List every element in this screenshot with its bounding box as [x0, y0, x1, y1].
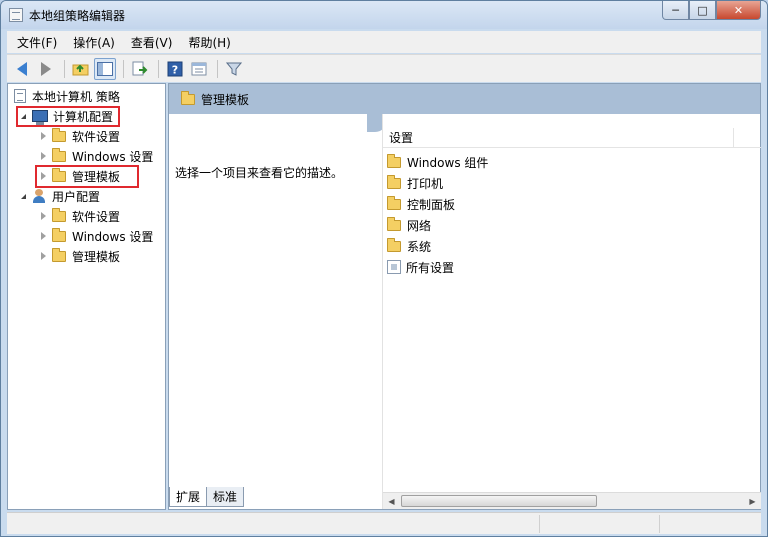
horizontal-scrollbar[interactable]: ◀ ▶: [383, 492, 761, 509]
menu-help[interactable]: 帮助(H): [182, 34, 236, 51]
tree-item-user-windows[interactable]: Windows 设置: [38, 226, 153, 246]
svg-text:?: ?: [172, 63, 178, 76]
folder-icon: [52, 227, 66, 242]
list-item-label: 控制面板: [407, 197, 456, 212]
details-header-title: 管理模板: [201, 92, 250, 107]
tree-item-label: Windows 设置: [72, 229, 154, 244]
folder-icon: [387, 216, 401, 231]
forward-icon[interactable]: [35, 58, 57, 80]
menu-view[interactable]: 查看(V): [125, 34, 179, 51]
all-settings-icon: [387, 260, 401, 274]
up-folder-icon[interactable]: [70, 58, 92, 80]
toolbar-separator: [217, 59, 218, 78]
back-icon[interactable]: [11, 58, 33, 80]
tree-item-user-admin-templates[interactable]: 管理模板: [38, 246, 120, 266]
gpedit-window: 本地组策略编辑器 ─ □ ✕ 文件(F) 操作(A) 查看(V) 帮助(H) ?: [0, 0, 768, 537]
minimize-button[interactable]: ─: [662, 1, 689, 20]
column-header-extra[interactable]: [733, 128, 761, 148]
tree-item-label: 软件设置: [72, 129, 121, 144]
folder-icon: [181, 90, 195, 105]
menu-file[interactable]: 文件(F): [11, 34, 63, 51]
description-text: 选择一个项目来查看它的描述。: [175, 166, 344, 180]
tree-item-label: Windows 设置: [72, 149, 154, 164]
details-pane: 管理模板 选择一个项目来查看它的描述。 设置 Windows 组件 打印机 控制…: [168, 83, 761, 510]
highlight-box-admin-templates: [35, 165, 139, 188]
tree-item-user-config[interactable]: 用户配置: [18, 186, 100, 206]
folder-icon: [52, 127, 66, 142]
scrollbar-thumb[interactable]: [401, 495, 597, 507]
window-controls: ─ □ ✕: [662, 1, 761, 20]
maximize-button[interactable]: □: [689, 1, 716, 20]
folder-icon: [52, 247, 66, 262]
close-button[interactable]: ✕: [716, 1, 761, 20]
description-area: 选择一个项目来查看它的描述。: [169, 114, 382, 509]
tab-extended[interactable]: 扩展: [169, 487, 208, 507]
expand-toggle-icon[interactable]: [38, 251, 48, 261]
folder-icon: [387, 237, 401, 252]
tree-pane[interactable]: 本地计算机 策略 计算机配置 软件设置 Windows 设置 管理模板 用户配置: [7, 83, 166, 510]
filter-icon[interactable]: [223, 58, 245, 80]
toolbar-separator: [158, 59, 159, 78]
expand-toggle-icon[interactable]: [38, 231, 48, 241]
menu-action[interactable]: 操作(A): [67, 34, 121, 51]
toolbar-separator: [123, 59, 124, 78]
list-item-windows-components[interactable]: Windows 组件: [387, 152, 488, 172]
tree-root-label: 本地计算机 策略: [32, 89, 120, 104]
app-icon: [9, 8, 23, 22]
list-item-label: 打印机: [407, 176, 444, 191]
folder-icon: [387, 174, 401, 189]
show-hide-tree-icon[interactable]: [94, 57, 116, 80]
folder-icon: [52, 207, 66, 222]
tab-standard[interactable]: 标准: [206, 487, 245, 507]
highlight-box-computer-config: [16, 106, 120, 127]
expand-toggle-icon[interactable]: [38, 151, 48, 161]
toolbar-separator: [64, 59, 65, 78]
user-icon: [32, 189, 46, 203]
tree-item-label: 软件设置: [72, 209, 121, 224]
tree-item-label: 管理模板: [72, 249, 121, 264]
folder-icon: [387, 153, 401, 168]
window-title: 本地组策略编辑器: [29, 9, 126, 23]
expand-toggle-icon[interactable]: [38, 211, 48, 221]
list-item-printers[interactable]: 打印机: [387, 173, 443, 193]
list-item-label: 所有设置: [406, 260, 455, 275]
menu-bar: 文件(F) 操作(A) 查看(V) 帮助(H): [7, 31, 761, 53]
expand-toggle-icon[interactable]: [38, 131, 48, 141]
list-item-label: 系统: [407, 239, 432, 254]
view-tabs: 扩展 标准: [169, 487, 245, 507]
status-divider: [539, 515, 540, 533]
list-item-label: Windows 组件: [407, 155, 489, 170]
settings-list[interactable]: 设置 Windows 组件 打印机 控制面板 网络 系统 所有设置 ◀ ▶: [382, 114, 761, 509]
scroll-left-icon[interactable]: ◀: [383, 493, 400, 509]
properties-icon[interactable]: [188, 58, 210, 80]
tree-item-computer-software[interactable]: 软件设置: [38, 126, 120, 146]
folder-icon: [387, 195, 401, 210]
list-item-control-panel[interactable]: 控制面板: [387, 194, 455, 214]
column-header-setting[interactable]: 设置: [383, 128, 733, 148]
folder-icon: [52, 147, 66, 162]
scroll-right-icon[interactable]: ▶: [744, 493, 761, 509]
tree-root[interactable]: 本地计算机 策略: [14, 86, 120, 106]
expand-toggle-icon[interactable]: [18, 191, 28, 201]
toolbar: ?: [7, 54, 761, 82]
help-icon[interactable]: ?: [164, 58, 186, 80]
tree-item-user-software[interactable]: 软件设置: [38, 206, 120, 226]
tree-item-user-config-label: 用户配置: [52, 189, 101, 204]
status-divider: [659, 515, 660, 533]
export-list-icon[interactable]: [129, 58, 151, 80]
status-bar: [7, 512, 761, 534]
policy-document-icon: [14, 89, 26, 103]
list-item-label: 网络: [407, 218, 432, 233]
list-item-system[interactable]: 系统: [387, 236, 431, 256]
tree-item-computer-windows[interactable]: Windows 设置: [38, 146, 153, 166]
title-bar[interactable]: 本地组策略编辑器 ─ □ ✕: [1, 1, 767, 29]
list-item-network[interactable]: 网络: [387, 215, 431, 235]
list-item-all-settings[interactable]: 所有设置: [387, 257, 454, 277]
details-header: 管理模板: [169, 84, 760, 114]
